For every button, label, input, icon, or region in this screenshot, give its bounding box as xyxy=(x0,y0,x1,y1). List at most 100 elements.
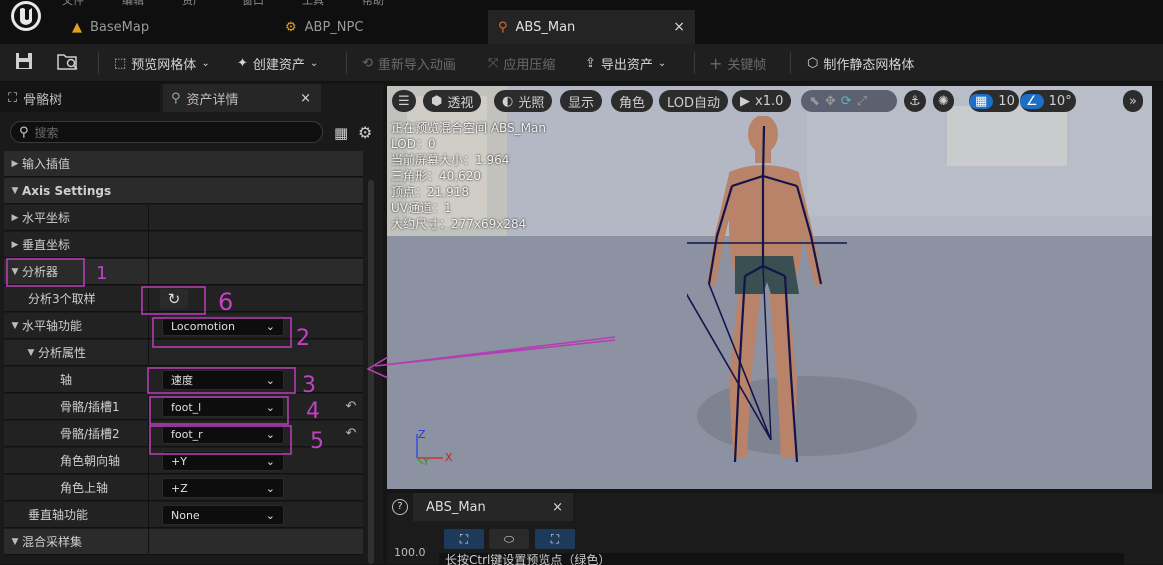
menu-asset[interactable]: 资产 xyxy=(182,0,204,8)
menu-tools[interactable]: 工具 xyxy=(302,0,324,8)
category-input-interpolation[interactable]: ▶ 输入插值 xyxy=(4,151,363,177)
property-vertical-axis[interactable]: ▶ 垂直坐标 xyxy=(4,232,363,258)
tab-basemap[interactable]: ▲ BaseMap xyxy=(62,10,270,44)
property-horizontal-axis-function: ▼ 水平轴功能 Locomotion ⌄ xyxy=(4,313,363,339)
reimport-animation-button[interactable]: ⟲ 重新导入动画 xyxy=(358,50,460,76)
close-icon[interactable]: × xyxy=(300,91,311,106)
menu-edit[interactable]: 编辑 xyxy=(122,0,144,8)
browse-button[interactable] xyxy=(52,50,84,76)
preview-stat-screen-size: 当前屏幕大小：1.964 xyxy=(391,153,510,167)
search-input[interactable]: ⚲ 搜索 xyxy=(10,121,323,143)
tab-skeleton-tree-label: 骨骼树 xyxy=(23,92,63,108)
rotation-snap-button[interactable]: ∠ 10° xyxy=(1020,90,1076,112)
expand-toolbar-button[interactable]: » xyxy=(1123,90,1143,112)
triangulation-button[interactable]: ⛶ xyxy=(444,529,484,549)
chevron-down-icon: ⌄ xyxy=(265,319,275,333)
menu-window[interactable]: 窗口 xyxy=(242,0,264,8)
viewport-menu-button[interactable]: ☰ xyxy=(392,90,416,112)
keyframe-button[interactable]: + 关键帧 xyxy=(705,50,770,76)
vertical-axis-function-dropdown[interactable]: None ⌄ xyxy=(162,505,284,525)
category-blend-samples[interactable]: ▼ 混合采样集 xyxy=(4,529,363,555)
bone-socket-1-dropdown[interactable]: foot_l ⌄ xyxy=(162,397,284,417)
preview-viewport[interactable]: ☰ ⬢ 透视 ◐ 光照 显示 角色 LOD自动 ▶ x1.0 ⬉ ✥ ⟳ ⤢ ⚓ ✺ … xyxy=(387,86,1152,489)
close-icon[interactable]: × xyxy=(552,500,563,515)
reset-to-default-icon[interactable]: ↶ xyxy=(344,400,358,414)
property-label: 分析3个取样 xyxy=(28,292,96,306)
chevron-down-icon: ⌄ xyxy=(309,57,319,69)
details-panel: ⛶ 骨骼树 ⚲ 资产详情 × ⚲ 搜索 ▦ ⚙ ▶ 输入插值 ▼ Axis Se… xyxy=(0,84,383,564)
property-label: 水平轴功能 xyxy=(22,319,83,333)
play-speed-button[interactable]: ▶ x1.0 xyxy=(732,90,792,112)
surface-snap-button[interactable]: ✺ xyxy=(933,90,954,112)
apply-compression-button[interactable]: ⤧ 应用压缩 xyxy=(484,50,559,76)
lit-button[interactable]: ◐ 光照 xyxy=(494,90,553,112)
grid-size-label: 10 xyxy=(998,93,1015,109)
reimport-icon: ⟲ xyxy=(362,55,373,71)
tab-asset-details[interactable]: ⚲ 资产详情 × xyxy=(163,84,321,112)
preview-stat-lod: LOD：0 xyxy=(391,137,436,151)
character-up-axis-dropdown[interactable]: +Z ⌄ xyxy=(162,478,284,498)
play-icon: ▶ xyxy=(740,93,750,109)
label-tag-icon: ⬭ xyxy=(503,532,515,546)
lod-button[interactable]: LOD自动 xyxy=(659,90,729,112)
fit-view-button[interactable]: ⛶ xyxy=(535,529,575,549)
category-analyzer[interactable]: ▼ 分析器 xyxy=(4,259,363,285)
property-label: 垂直轴功能 xyxy=(28,508,89,522)
make-static-mesh-button[interactable]: ⬡ 制作静态网格体 xyxy=(803,50,918,76)
select-icon: ⬉ xyxy=(809,93,820,109)
chevron-down-icon: ⌄ xyxy=(265,508,275,522)
preview-stat-uv-channels: UV通道：1 xyxy=(391,201,452,215)
property-label: 水平坐标 xyxy=(22,211,71,225)
preview-stat-approx-size: 大约尺寸：277x69x284 xyxy=(391,217,527,231)
details-scrollbar[interactable] xyxy=(368,180,374,564)
axis-dropdown[interactable]: 速度 ⌄ xyxy=(162,370,284,390)
compression-icon: ⤧ xyxy=(488,55,499,71)
chevron-down-icon: ⌄ xyxy=(265,454,275,468)
table-view-icon[interactable]: ▦ xyxy=(334,124,348,142)
character-button[interactable]: 角色 xyxy=(611,90,654,112)
gear-icon[interactable]: ⚙ xyxy=(358,123,372,142)
preview-mesh-button[interactable]: ⬚ 预览网格体 ⌄ xyxy=(110,50,214,76)
translate-icon: ✥ xyxy=(824,93,836,109)
create-asset-button[interactable]: ✦ 创建资产 ⌄ xyxy=(233,50,322,76)
axis-x-label: X xyxy=(445,451,453,464)
export-asset-button[interactable]: ⇪ 导出资产 ⌄ xyxy=(581,50,670,76)
tab-abp-npc[interactable]: ⚙ ABP_NPC xyxy=(275,10,480,44)
category-axis-settings[interactable]: ▼ Axis Settings xyxy=(4,178,363,204)
menu-help[interactable]: 帮助 xyxy=(362,0,384,8)
column-divider xyxy=(148,205,149,555)
map-icon: ▲ xyxy=(72,19,82,35)
transform-tools[interactable]: ⬉ ✥ ⟳ ⤢ xyxy=(801,90,897,112)
property-label: 垂直坐标 xyxy=(22,238,71,252)
property-horizontal-axis[interactable]: ▶ 水平坐标 xyxy=(4,205,363,231)
analyze-refresh-button[interactable]: ↻ xyxy=(160,289,188,309)
show-button[interactable]: 显示 xyxy=(560,90,603,112)
tab-blendspace[interactable]: ABS_Man × xyxy=(413,493,573,521)
rotate-icon: ⟳ xyxy=(840,93,852,109)
tab-skeleton-tree[interactable]: ⛶ 骨骼树 xyxy=(0,84,160,112)
property-analysis-properties[interactable]: ▼ 分析属性 xyxy=(4,340,363,366)
reset-to-default-icon[interactable]: ↶ xyxy=(344,427,358,441)
lod-label: LOD自动 xyxy=(667,95,721,111)
perspective-button[interactable]: ⬢ 透视 xyxy=(423,90,482,112)
anim-blueprint-icon: ⚙ xyxy=(285,19,297,35)
menu-file[interactable]: 文件 xyxy=(62,0,84,8)
animation-names-button[interactable]: ⬭ xyxy=(489,529,529,549)
chevron-down-icon: ⌄ xyxy=(201,57,210,69)
tab-abs-man[interactable]: ⚲ ABS_Man × xyxy=(488,10,695,44)
unreal-logo-icon[interactable] xyxy=(4,0,48,40)
help-icon[interactable]: ? xyxy=(392,499,408,515)
horizontal-axis-function-dropdown[interactable]: Locomotion ⌄ xyxy=(162,316,284,336)
save-button[interactable] xyxy=(10,50,38,76)
property-label: 分析属性 xyxy=(38,346,87,360)
refresh-icon: ↻ xyxy=(167,290,181,308)
bone-socket-2-dropdown[interactable]: foot_r ⌄ xyxy=(162,424,284,444)
property-label: 骨骼/插槽2 xyxy=(60,427,120,441)
transform-toggle-button[interactable]: ⚓ xyxy=(904,90,926,112)
grid-snap-button[interactable]: ▦ 10 xyxy=(969,90,1019,112)
close-tab-icon[interactable]: × xyxy=(673,19,685,35)
blendspace-grid[interactable]: 长按Ctrl键设置预览点（绿色） xyxy=(439,553,1124,565)
lit-sphere-icon: ◐ xyxy=(502,93,514,109)
character-facing-axis-dropdown[interactable]: +Y ⌄ xyxy=(162,451,284,471)
property-analyze-samples: 分析3个取样 ↻ xyxy=(4,286,363,312)
